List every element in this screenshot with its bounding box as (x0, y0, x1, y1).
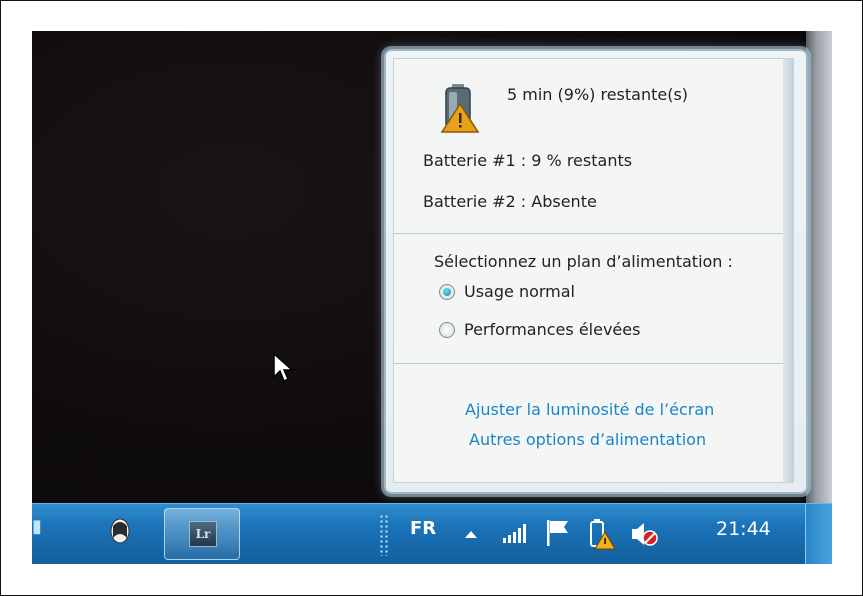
action-center-flag-icon[interactable] (544, 518, 572, 548)
taskbar-grip[interactable] (379, 514, 389, 556)
pinned-app-fragment-icon[interactable]: ▮ (32, 516, 48, 537)
battery-warning-large-icon (440, 84, 480, 133)
plan-option-normal[interactable]: Usage normal (439, 282, 575, 301)
desktop-edge (806, 31, 832, 506)
power-plan-heading: Sélectionnez un plan d’alimentation : (434, 252, 733, 271)
lightroom-icon: Lr (189, 521, 217, 547)
show-hidden-icons-arrow-icon[interactable] (464, 529, 478, 539)
adjust-brightness-link[interactable]: Ajuster la luminosité de l’écran (465, 400, 714, 419)
more-power-options-link[interactable]: Autres options d’alimentation (469, 430, 706, 449)
plan-option-label: Usage normal (464, 282, 575, 301)
battery-1-status: Batterie #1 : 9 % restants (423, 151, 633, 170)
flyout-scrollbar[interactable] (783, 59, 793, 482)
taskbar: ▮ Lr FR 21:44 (32, 503, 832, 564)
divider (394, 363, 783, 364)
pinned-app-icon[interactable] (108, 516, 132, 546)
plan-option-performance[interactable]: Performances élevées (439, 320, 640, 339)
plan-option-label: Performances élevées (464, 320, 641, 339)
battery-warning-icon[interactable] (588, 518, 616, 550)
power-flyout-body: 5 min (9%) restante(s) Batterie #1 : 9 %… (393, 58, 794, 483)
language-indicator[interactable]: FR (410, 518, 436, 539)
clock[interactable]: 21:44 (716, 518, 771, 540)
mouse-pointer-icon (273, 352, 294, 383)
radio-selected[interactable] (439, 283, 455, 300)
radio-unselected[interactable] (439, 321, 455, 338)
battery-2-status: Batterie #2 : Absente (423, 192, 597, 211)
divider (394, 233, 783, 234)
desktop: 5 min (9%) restante(s) Batterie #1 : 9 %… (32, 31, 832, 564)
network-signal-icon[interactable] (502, 522, 530, 544)
battery-time-remaining: 5 min (9%) restante(s) (507, 85, 689, 104)
lightroom-taskbar-button[interactable]: Lr (164, 508, 240, 560)
volume-muted-icon[interactable] (630, 520, 660, 548)
show-desktop-button[interactable] (805, 504, 832, 564)
power-flyout: 5 min (9%) restante(s) Batterie #1 : 9 %… (384, 49, 808, 494)
